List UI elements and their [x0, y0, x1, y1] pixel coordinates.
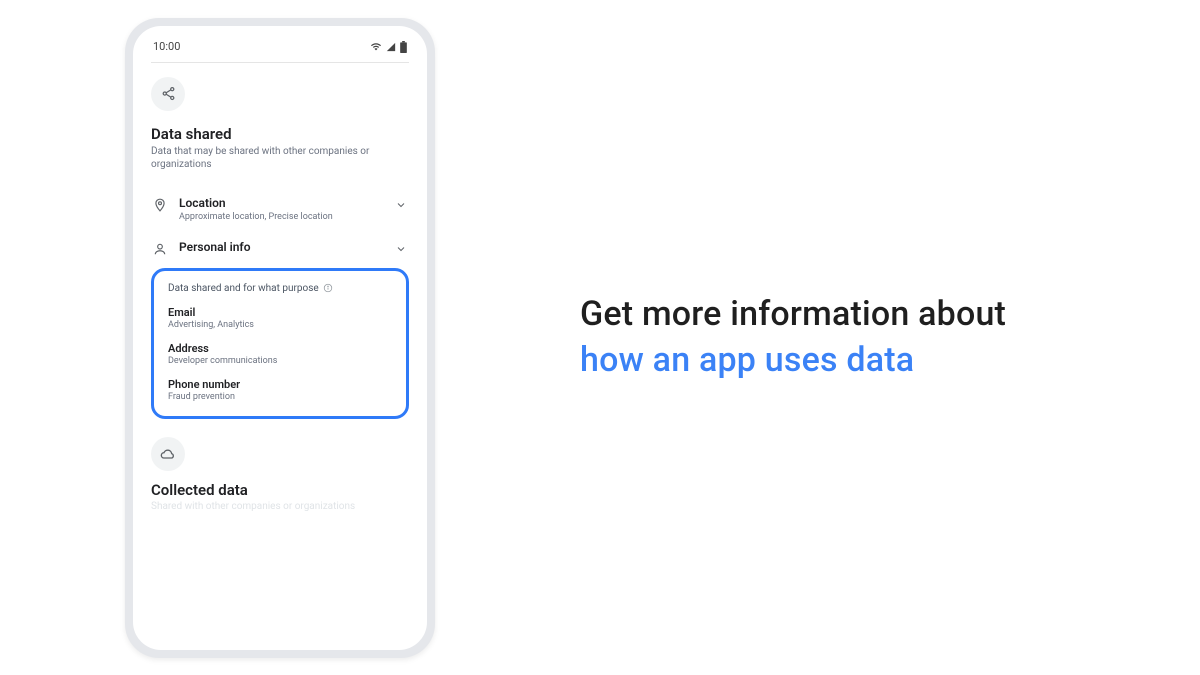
- status-bar: 10:00: [151, 36, 409, 58]
- headline: Get more information about how an app us…: [580, 292, 1160, 384]
- purpose-item-email: Email Advertising, Analytics: [168, 306, 392, 330]
- stage: 10:00 Data shared Data that may be share…: [0, 0, 1200, 675]
- data-purpose-header-text: Data shared and for what purpose: [168, 283, 319, 294]
- cloud-icon: [160, 446, 176, 462]
- signal-icon: [386, 42, 396, 52]
- category-row-location[interactable]: Location Approximate location, Precise l…: [151, 188, 409, 226]
- collected-data-title: Collected data: [151, 481, 409, 499]
- data-shared-subtitle: Data that may be shared with other compa…: [151, 145, 409, 172]
- purpose-item-sub: Developer communications: [168, 356, 392, 366]
- wifi-icon: [370, 42, 382, 52]
- headline-line1: Get more information about: [580, 294, 1006, 334]
- category-title: Location: [179, 196, 385, 210]
- data-purpose-header: Data shared and for what purpose: [168, 283, 392, 294]
- category-row-personal-info[interactable]: Personal info: [151, 232, 409, 262]
- location-pin-icon: [151, 196, 169, 214]
- purpose-item-title: Address: [168, 342, 392, 355]
- collected-data-subtitle: Shared with other companies or organizat…: [151, 501, 409, 512]
- info-icon[interactable]: [323, 283, 333, 293]
- phone-screen: 10:00 Data shared Data that may be share…: [133, 26, 427, 650]
- data-shared-title: Data shared: [151, 125, 409, 143]
- person-icon: [151, 240, 169, 258]
- collected-data-icon-circle: [151, 437, 185, 471]
- battery-icon: [400, 41, 407, 53]
- purpose-item-sub: Advertising, Analytics: [168, 320, 392, 330]
- data-purpose-card: Data shared and for what purpose Email A…: [151, 268, 409, 419]
- status-icons: [370, 41, 407, 53]
- category-subtitle: Approximate location, Precise location: [179, 212, 385, 222]
- phone-mockup: 10:00 Data shared Data that may be share…: [125, 18, 435, 658]
- purpose-item-title: Email: [168, 306, 392, 319]
- purpose-item-sub: Fraud prevention: [168, 392, 392, 402]
- status-divider: [151, 62, 409, 63]
- chevron-down-icon: [395, 240, 409, 254]
- purpose-item-address: Address Developer communications: [168, 342, 392, 366]
- purpose-item-phone: Phone number Fraud prevention: [168, 378, 392, 402]
- status-time: 10:00: [153, 40, 180, 53]
- purpose-item-title: Phone number: [168, 378, 392, 391]
- headline-column: Get more information about how an app us…: [560, 292, 1200, 384]
- chevron-down-icon: [395, 196, 409, 210]
- headline-line2: how an app uses data: [580, 340, 914, 380]
- share-button[interactable]: [151, 77, 185, 111]
- phone-column: 10:00 Data shared Data that may be share…: [0, 0, 560, 675]
- category-title: Personal info: [179, 240, 385, 254]
- share-icon: [161, 86, 176, 101]
